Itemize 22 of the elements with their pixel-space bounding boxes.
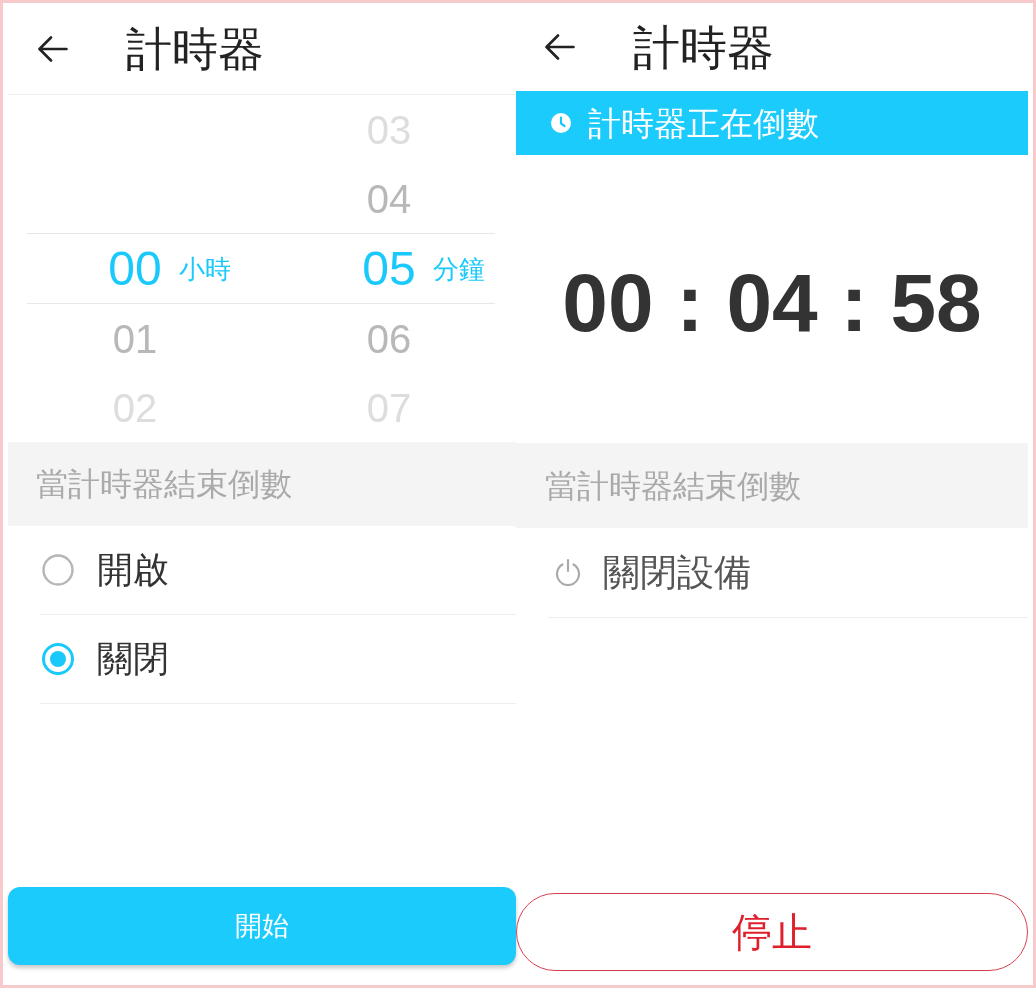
picker-value[interactable]: 05 xyxy=(362,244,416,293)
power-icon xyxy=(555,559,581,586)
unit-label: 分鐘 xyxy=(431,255,486,282)
back-arrow-icon[interactable] xyxy=(545,34,575,60)
picker-value[interactable]: 00 xyxy=(108,244,162,293)
picker-value[interactable]: 04 xyxy=(366,178,412,219)
app-bar-title: 計時器 xyxy=(126,25,264,72)
countdown-display: 00 : 04 : 58 xyxy=(562,262,982,344)
radio-option[interactable]: 開啟 xyxy=(40,526,516,615)
picker-value[interactable]: 06 xyxy=(366,318,412,359)
back-arrow-icon[interactable] xyxy=(38,35,68,62)
section-header: 當計時器結束倒數 xyxy=(8,442,516,526)
clock-icon xyxy=(551,113,571,133)
banner-text: 計時器正在倒數 xyxy=(588,106,819,140)
unit-label: 小時 xyxy=(177,255,232,282)
app-bar-title: 計時器 xyxy=(633,23,774,71)
stop-button[interactable]: 停止 xyxy=(516,893,1028,971)
picker-value[interactable]: 01 xyxy=(112,318,158,359)
section-header: 當計時器結束倒數 xyxy=(516,443,1028,528)
radio-option[interactable]: 關閉 xyxy=(40,615,516,704)
start-button[interactable]: 開始 xyxy=(8,887,516,965)
power-off-option[interactable]: 關閉設備 xyxy=(548,528,1028,618)
